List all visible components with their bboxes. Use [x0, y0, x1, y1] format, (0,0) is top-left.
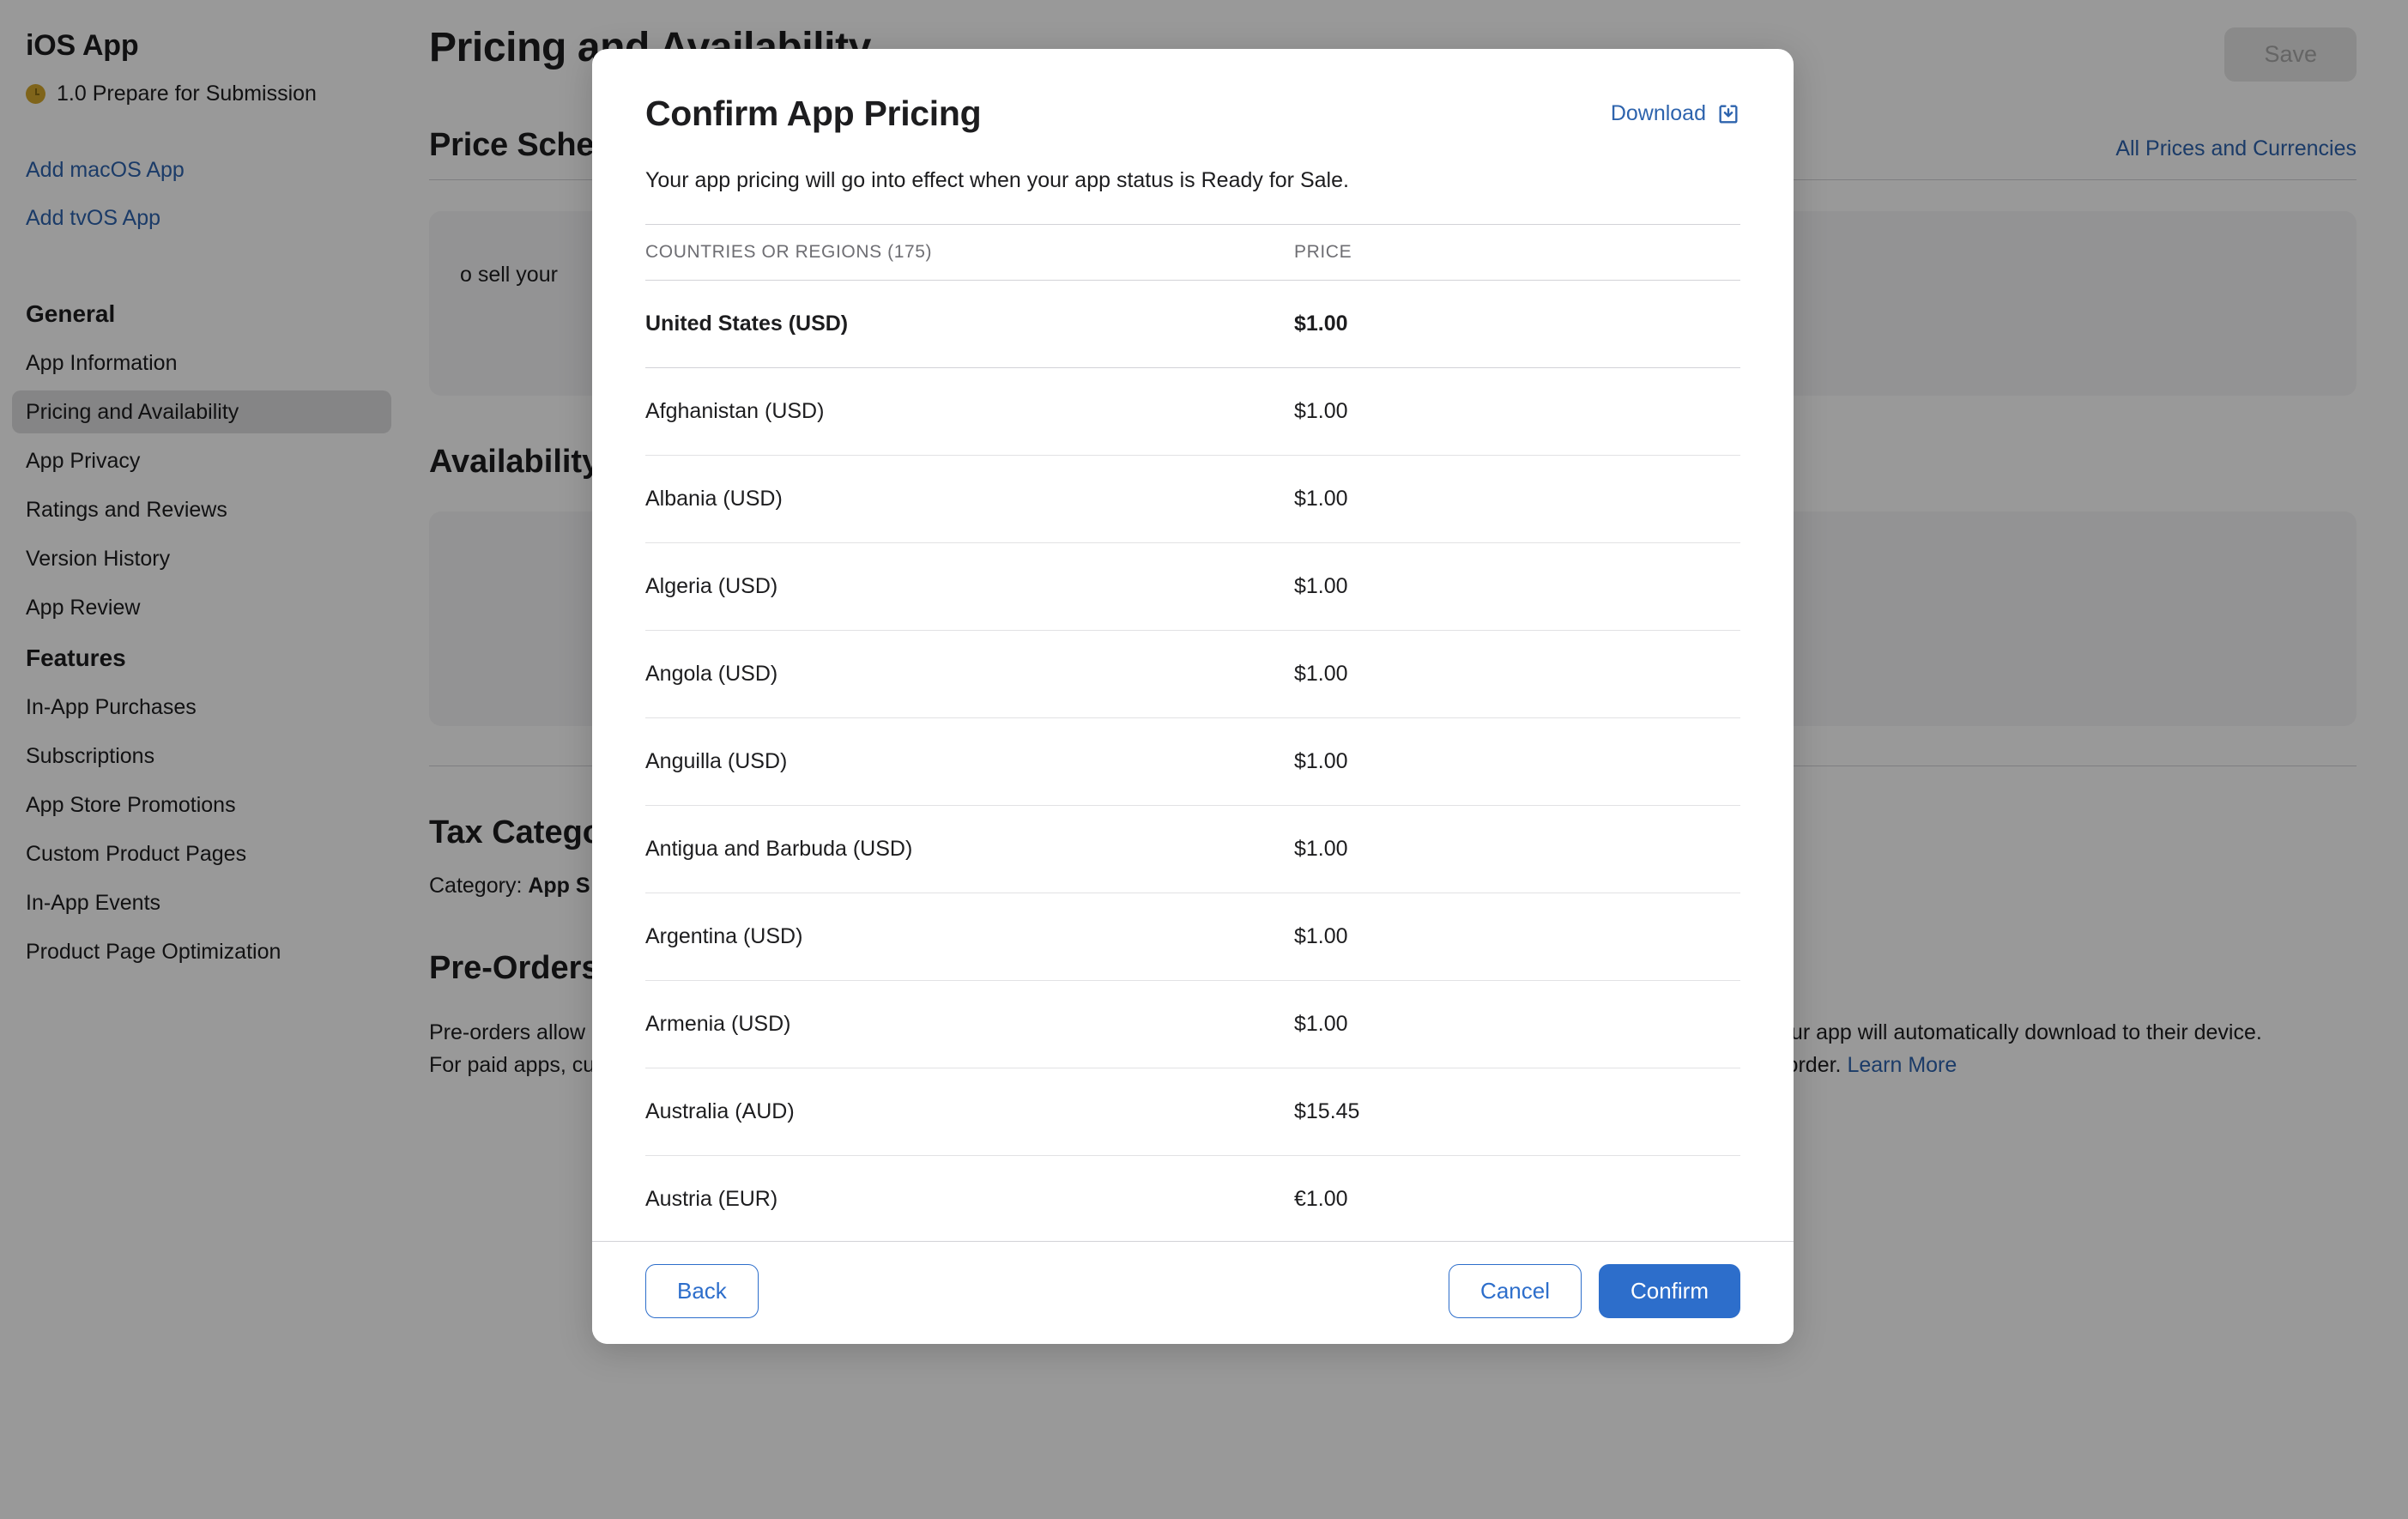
row-country: Angola (USD)	[645, 630, 1294, 718]
row-country: Austria (EUR)	[645, 1155, 1294, 1241]
table-row: Albania (USD) $1.00	[645, 455, 1740, 543]
pricing-table-head: COUNTRIES OR REGIONS (175) PRICE	[645, 224, 1740, 281]
confirm-button[interactable]: Confirm	[1598, 1263, 1740, 1318]
table-row: Austria (EUR) €1.00	[645, 1155, 1740, 1241]
table-row: Afghanistan (USD) $1.00	[645, 367, 1740, 456]
table-row: Anguilla (USD) $1.00	[645, 717, 1740, 806]
table-row: Algeria (USD) $1.00	[645, 542, 1740, 631]
dialog-body: Confirm App Pricing Download Your app pr…	[592, 49, 1794, 1241]
row-country: Australia (AUD)	[645, 1068, 1294, 1156]
dialog-footer: Back Cancel Confirm	[592, 1240, 1794, 1344]
row-price: $1.00	[1294, 980, 1740, 1068]
table-row: United States (USD) $1.00	[645, 280, 1740, 368]
row-price: $15.45	[1294, 1068, 1740, 1156]
row-price: $1.00	[1294, 455, 1740, 543]
cancel-button[interactable]: Cancel	[1449, 1263, 1582, 1318]
row-price: $1.00	[1294, 367, 1740, 456]
dialog-title: Confirm App Pricing	[645, 94, 982, 133]
table-row: Australia (AUD) $15.45	[645, 1068, 1740, 1156]
row-country: Armenia (USD)	[645, 980, 1294, 1068]
table-row: Angola (USD) $1.00	[645, 630, 1740, 718]
download-button[interactable]: Download	[1611, 101, 1740, 126]
dialog-subtitle: Your app pricing will go into effect whe…	[645, 168, 1349, 192]
back-button[interactable]: Back	[645, 1263, 759, 1318]
pricing-table-scroll[interactable]: COUNTRIES OR REGIONS (175) PRICE United …	[645, 224, 1740, 1241]
row-country: Albania (USD)	[645, 455, 1294, 543]
row-price: $1.00	[1294, 717, 1740, 806]
download-label: Download	[1610, 101, 1706, 125]
column-header-price: PRICE	[1294, 224, 1740, 281]
footer-actions: Cancel Confirm	[1449, 1263, 1740, 1318]
table-row: Antigua and Barbuda (USD) $1.00	[645, 805, 1740, 893]
row-price: €1.00	[1294, 1155, 1740, 1241]
confirm-app-pricing-dialog: Confirm App Pricing Download Your app pr…	[592, 49, 1794, 1344]
row-country: Afghanistan (USD)	[645, 367, 1294, 456]
dialog-header: Confirm App Pricing Download	[645, 94, 1740, 134]
row-price: $1.00	[1294, 805, 1740, 893]
row-country: United States (USD)	[645, 280, 1294, 368]
download-tray-icon	[1716, 102, 1740, 126]
table-row: Armenia (USD) $1.00	[645, 980, 1740, 1068]
pricing-table-body: United States (USD) $1.00 Afghanistan (U…	[645, 280, 1740, 1241]
row-price: $1.00	[1294, 630, 1740, 718]
table-row: Argentina (USD) $1.00	[645, 893, 1740, 981]
column-header-country: COUNTRIES OR REGIONS (175)	[645, 224, 1294, 281]
row-country: Anguilla (USD)	[645, 717, 1294, 806]
pricing-table: COUNTRIES OR REGIONS (175) PRICE United …	[645, 224, 1740, 1241]
row-country: Antigua and Barbuda (USD)	[645, 805, 1294, 893]
row-country: Argentina (USD)	[645, 893, 1294, 981]
row-price: $1.00	[1294, 893, 1740, 981]
pricing-table-header-row: COUNTRIES OR REGIONS (175) PRICE	[645, 224, 1740, 281]
row-price: $1.00	[1294, 542, 1740, 631]
row-price: $1.00	[1294, 280, 1740, 368]
row-country: Algeria (USD)	[645, 542, 1294, 631]
